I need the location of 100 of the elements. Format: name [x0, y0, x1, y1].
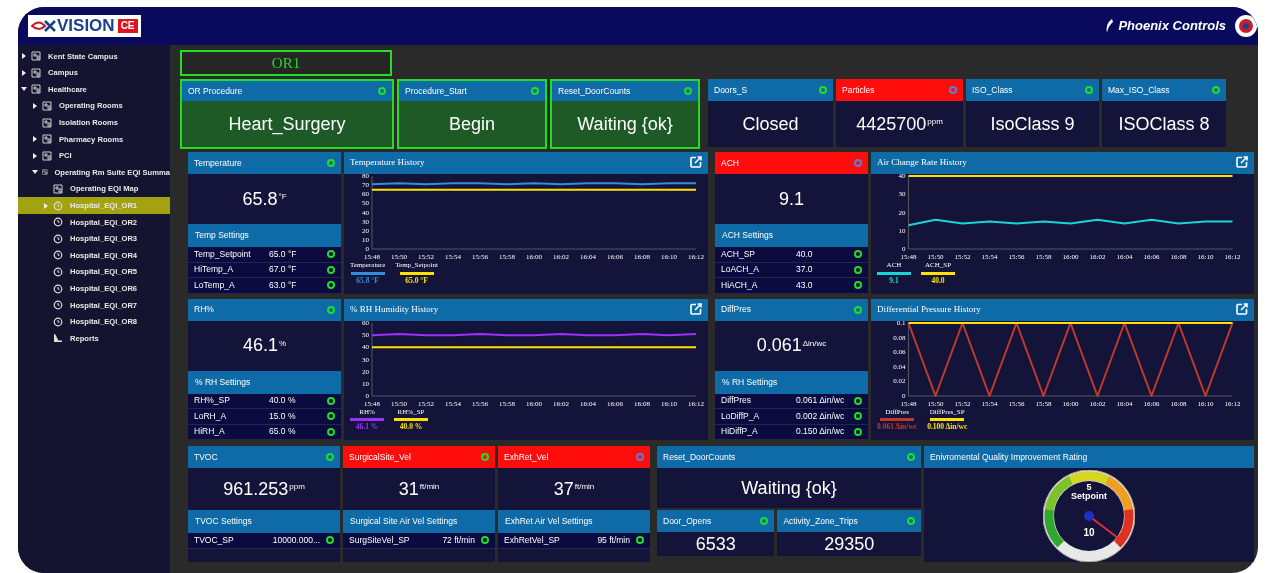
- setting-name: HiDiffP_A: [721, 425, 759, 439]
- tree-toggle[interactable]: [32, 136, 38, 143]
- tile-value: Closed: [742, 112, 799, 136]
- setting-name: TVOC_SP: [194, 533, 235, 547]
- settings-title: ExhRet Air Vel Settings: [505, 515, 593, 528]
- building-icon: [42, 101, 53, 112]
- setting-name: LoDiffP_A: [721, 409, 761, 423]
- unit-label: ft/min: [419, 481, 440, 493]
- tree-toggle[interactable]: [21, 69, 27, 76]
- building-icon: [53, 184, 64, 195]
- reading: 37: [553, 477, 574, 501]
- pop-out-icon[interactable]: [690, 302, 702, 315]
- reading: 46.1: [242, 334, 278, 357]
- reading: 6533: [695, 532, 736, 556]
- settings-title: Surgical Site Air Vel Settings: [350, 515, 458, 528]
- logo-mark-icon: [31, 18, 57, 34]
- building-icon: [42, 134, 53, 145]
- brand-name: Phoenix Controls: [1118, 17, 1226, 36]
- panel-title: Door_Opens: [663, 514, 712, 528]
- chart-title: Differential Pressure History: [877, 302, 981, 316]
- tree-toggle[interactable]: [32, 152, 38, 159]
- unit-label: %: [278, 337, 287, 350]
- gauge-needle: [1084, 511, 1119, 539]
- reading: Waiting {ok}: [741, 476, 837, 500]
- legend-swatch: [877, 271, 911, 275]
- setting-name: ACH_SP: [721, 247, 756, 261]
- settings-title: ACH Settings: [722, 229, 774, 242]
- tile-title: ISO_Class: [972, 83, 1013, 97]
- legend-swatch: [350, 418, 384, 422]
- clock-icon: [53, 200, 64, 211]
- pop-out-icon[interactable]: [1236, 156, 1248, 168]
- setting-name: LoRH_A: [194, 409, 228, 423]
- panel-title: RH%: [194, 303, 214, 316]
- legend-swatch: [930, 418, 965, 422]
- gauge-reading: 10: [1083, 527, 1095, 538]
- building-icon: [42, 117, 53, 128]
- setting-value: 10000.000...: [272, 533, 320, 547]
- setting-name: LoACH_A: [721, 263, 760, 277]
- tile-value: 4425700: [856, 112, 927, 136]
- clock-icon: [53, 217, 64, 228]
- reading: 9.1: [779, 187, 804, 211]
- reading: 65.8: [242, 187, 278, 211]
- setting-name: HiTemp_A: [194, 263, 235, 277]
- tile-value: Heart_Surgery: [228, 112, 346, 137]
- setting-value: 0.061 Δin/wc: [796, 394, 846, 408]
- legend-swatch: [880, 418, 915, 422]
- setting-name: HiACH_A: [721, 278, 759, 292]
- setting-name: HiRH_A: [194, 425, 226, 439]
- setting-name: Temp_Setpoint: [194, 247, 252, 261]
- building-icon: [42, 167, 49, 178]
- unit-label: ft/min: [574, 481, 595, 493]
- tree-toggle[interactable]: [21, 53, 27, 60]
- pop-out-icon[interactable]: [1236, 302, 1248, 315]
- clock-icon: [53, 316, 64, 327]
- setting-value: 72 ft/min: [442, 533, 475, 547]
- reading: 29350: [824, 532, 875, 556]
- setting-name: ExhRetVel_SP: [504, 533, 561, 547]
- tile-title: Doors_S: [714, 83, 748, 97]
- building-icon: [31, 67, 42, 78]
- clock-icon: [53, 300, 64, 311]
- setting-name: RH%_SP: [194, 394, 231, 408]
- pop-out-icon[interactable]: [690, 156, 702, 168]
- tile-title: Reset_DoorCounts: [558, 84, 631, 98]
- setting-value: 65.0 °F: [269, 247, 298, 261]
- setting-value: 0.150 Δin/wc: [796, 425, 846, 439]
- setting-value: 43.0: [796, 278, 814, 292]
- tree-toggle[interactable]: [21, 86, 27, 93]
- tree-toggle[interactable]: [32, 169, 38, 176]
- setting-name: SurgSiteVel_SP: [349, 533, 411, 547]
- tile-value: ISOClass 8: [1118, 112, 1210, 136]
- logo-text: VISION: [57, 15, 115, 37]
- panel-title: ACH: [721, 156, 739, 170]
- tile-title: OR Procedure: [188, 84, 243, 98]
- tree-toggle[interactable]: [32, 103, 38, 110]
- setting-value: 67.0 °F: [269, 263, 298, 277]
- clock-icon: [53, 233, 64, 244]
- tile-title: Max_ISO_Class: [1108, 83, 1170, 97]
- seal-icon: [1234, 14, 1258, 38]
- reading: 961.253: [223, 477, 289, 501]
- settings-title: % RH Settings: [195, 375, 251, 389]
- tree-toggle[interactable]: [43, 202, 49, 209]
- tile-value: Waiting {ok}: [577, 112, 673, 136]
- unit-label: ppm: [289, 481, 305, 493]
- panel-title: TVOC: [194, 450, 218, 464]
- setting-value: 65.0 %: [269, 425, 297, 439]
- setpoint-value: 5: [1086, 482, 1092, 492]
- panel-title: Activity_Zone_Trips: [783, 514, 858, 528]
- panel-title: Temperature: [194, 156, 242, 170]
- panel-title: Enivromental Quality Improvement Rating: [930, 450, 1088, 464]
- setting-value: 40.0 %: [269, 394, 297, 408]
- clock-icon: [53, 283, 64, 294]
- chart-title: Air Change Rate History: [877, 156, 967, 170]
- setting-value: 0.002 Δin/wc: [796, 409, 846, 423]
- unit-label: ppm: [927, 116, 943, 128]
- legend-swatch: [350, 271, 385, 275]
- room-title: OR1: [180, 50, 392, 76]
- chart-title: % RH Humidity History: [350, 302, 439, 316]
- setting-name: DiffPres: [721, 394, 753, 408]
- chart-title: Temperature History: [350, 156, 425, 170]
- logo-badge: CE: [117, 19, 138, 33]
